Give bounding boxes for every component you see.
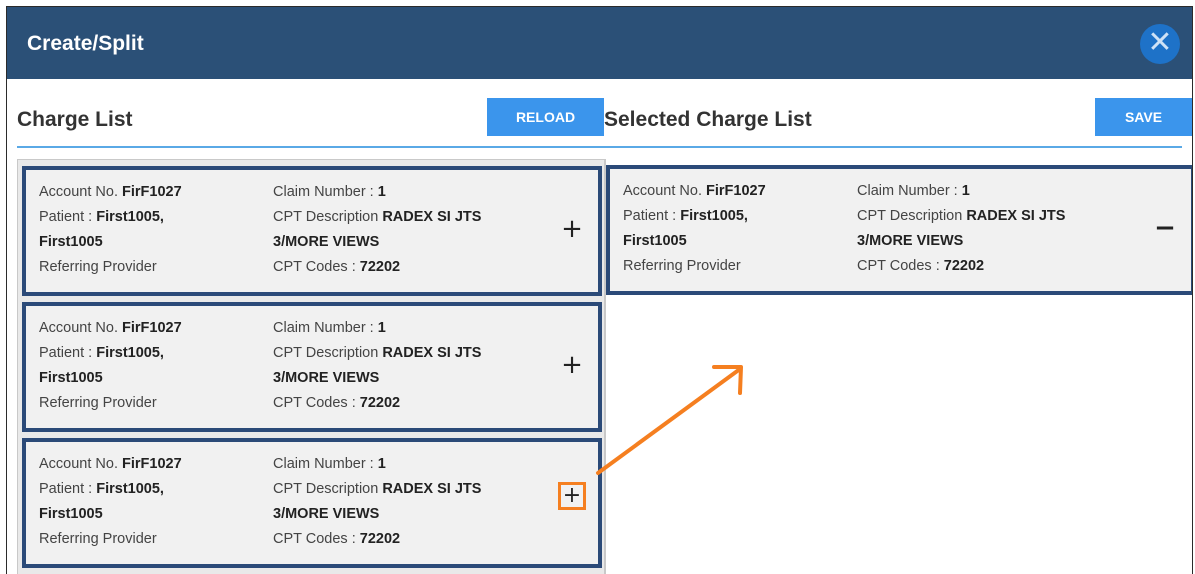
cpt-desc-value-cont: 3/MORE VIEWS bbox=[273, 234, 380, 250]
add-charge-button[interactable]: + bbox=[558, 216, 586, 244]
cpt-desc-label: CPT Description bbox=[273, 345, 379, 361]
cpt-codes-value: 72202 bbox=[359, 259, 401, 275]
cpt-codes-value: 72202 bbox=[359, 395, 401, 411]
patient-value-cont: First1005 bbox=[39, 370, 103, 386]
charge-list-title: Charge List bbox=[17, 108, 133, 131]
claim-label: Claim Number : bbox=[273, 184, 374, 200]
account-value: FirF1027 bbox=[706, 183, 766, 199]
patient-label: Patient : bbox=[39, 345, 93, 361]
account-label: Account No. bbox=[623, 183, 702, 199]
selected-charge-list: Account No. FirF1027 Patient : First1005… bbox=[605, 159, 1192, 574]
claim-label: Claim Number : bbox=[273, 456, 374, 472]
patient-label: Patient : bbox=[39, 481, 93, 497]
claim-value: 1 bbox=[961, 183, 970, 199]
claim-label: Claim Number : bbox=[857, 183, 958, 199]
charge-list: Account No. FirF1027 Patient : First1005… bbox=[17, 159, 605, 574]
charge-card: Account No. FirF1027 Patient : First1005… bbox=[22, 166, 602, 296]
cpt-desc-value: RADEX SI JTS bbox=[382, 209, 482, 225]
account-label: Account No. bbox=[39, 456, 118, 472]
claim-value: 1 bbox=[377, 320, 386, 336]
cpt-desc-value: RADEX SI JTS bbox=[382, 481, 482, 497]
claim-label: Claim Number : bbox=[273, 320, 374, 336]
dialog-header: Create/Split ✕ bbox=[7, 7, 1192, 79]
charge-card: Account No. FirF1027 Patient : First1005… bbox=[22, 302, 602, 432]
cpt-codes-value: 72202 bbox=[359, 531, 401, 547]
dialog-title: Create/Split bbox=[27, 32, 144, 55]
referring-label: Referring Provider bbox=[39, 395, 157, 411]
cpt-codes-label: CPT Codes : bbox=[273, 259, 356, 275]
cpt-desc-label: CPT Description bbox=[273, 481, 379, 497]
cpt-codes-label: CPT Codes : bbox=[857, 258, 940, 274]
remove-charge-button[interactable]: − bbox=[1151, 215, 1179, 243]
add-charge-button-highlighted[interactable]: + bbox=[558, 482, 586, 510]
create-split-dialog: Create/Split ✕ Charge List RELOAD Select… bbox=[6, 6, 1193, 574]
account-label: Account No. bbox=[39, 320, 118, 336]
patient-value: First1005, bbox=[680, 208, 748, 224]
cpt-desc-value: RADEX SI JTS bbox=[382, 345, 482, 361]
patient-value: First1005, bbox=[96, 345, 164, 361]
patient-label: Patient : bbox=[39, 209, 93, 225]
patient-value-cont: First1005 bbox=[623, 233, 687, 249]
add-charge-button[interactable]: + bbox=[558, 352, 586, 380]
selected-charge-card: Account No. FirF1027 Patient : First1005… bbox=[606, 165, 1192, 295]
cpt-codes-label: CPT Codes : bbox=[273, 395, 356, 411]
cpt-desc-value-cont: 3/MORE VIEWS bbox=[273, 370, 380, 386]
account-value: FirF1027 bbox=[122, 184, 182, 200]
patient-value-cont: First1005 bbox=[39, 506, 103, 522]
claim-value: 1 bbox=[377, 456, 386, 472]
account-value: FirF1027 bbox=[122, 320, 182, 336]
cpt-desc-value-cont: 3/MORE VIEWS bbox=[857, 233, 964, 249]
cpt-codes-value: 72202 bbox=[943, 258, 985, 274]
claim-value: 1 bbox=[377, 184, 386, 200]
charge-card: Account No. FirF1027 Patient : First1005… bbox=[22, 438, 602, 568]
patient-value: First1005, bbox=[96, 209, 164, 225]
cpt-desc-label: CPT Description bbox=[273, 209, 379, 225]
cpt-desc-label: CPT Description bbox=[857, 208, 963, 224]
cpt-desc-value-cont: 3/MORE VIEWS bbox=[273, 506, 380, 522]
selected-charge-list-title: Selected Charge List bbox=[604, 108, 812, 131]
account-label: Account No. bbox=[39, 184, 118, 200]
close-icon[interactable]: ✕ bbox=[1140, 24, 1180, 64]
patient-value: First1005, bbox=[96, 481, 164, 497]
reload-button[interactable]: RELOAD bbox=[487, 98, 604, 136]
referring-label: Referring Provider bbox=[39, 259, 157, 275]
referring-label: Referring Provider bbox=[39, 531, 157, 547]
account-value: FirF1027 bbox=[122, 456, 182, 472]
patient-value-cont: First1005 bbox=[39, 234, 103, 250]
cpt-desc-value: RADEX SI JTS bbox=[966, 208, 1066, 224]
patient-label: Patient : bbox=[623, 208, 677, 224]
cpt-codes-label: CPT Codes : bbox=[273, 531, 356, 547]
referring-label: Referring Provider bbox=[623, 258, 741, 274]
save-button[interactable]: SAVE bbox=[1095, 98, 1192, 136]
header-divider bbox=[17, 146, 1182, 148]
